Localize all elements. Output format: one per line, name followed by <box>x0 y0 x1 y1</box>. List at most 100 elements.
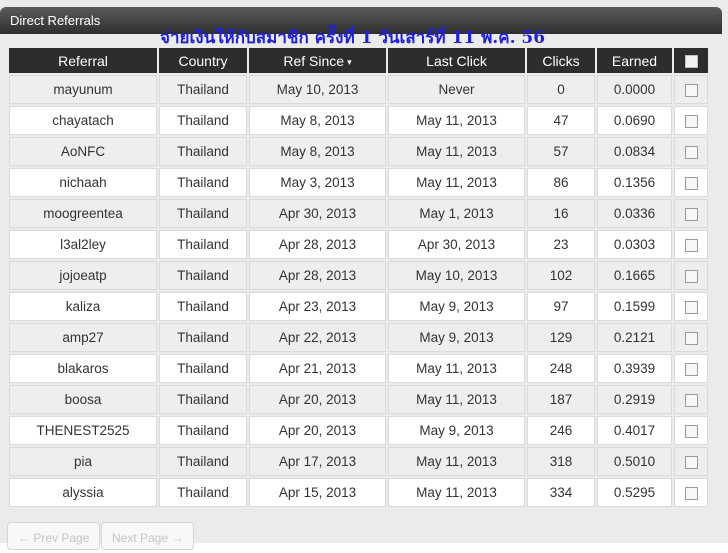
prev-page-button[interactable]: ← Prev Page <box>7 522 101 550</box>
row-select-checkbox[interactable] <box>684 114 698 128</box>
table-row: l3al2ley Thailand Apr 28, 2013 Apr 30, 2013… <box>9 230 708 259</box>
cell-referral[interactable]: jojoeatp <box>9 261 157 290</box>
cell-last-click: May 9, 2013 <box>388 292 525 321</box>
cell-select <box>674 292 708 321</box>
row-select-checkbox[interactable] <box>684 176 698 190</box>
table-row: THENEST2525 Thailand Apr 20, 2013 May 9, 20… <box>9 416 708 445</box>
table-row: amp27 Thailand Apr 22, 2013 May 9, 2013 129 0… <box>9 323 708 352</box>
cell-country: Thailand <box>159 478 247 507</box>
cell-select <box>674 354 708 383</box>
column-header-last-click[interactable]: Last Click <box>388 48 525 73</box>
cell-clicks: 246 <box>527 416 595 445</box>
cell-ref-since: May 3, 2013 <box>249 168 386 197</box>
cell-referral[interactable]: alyssia <box>9 478 157 507</box>
cell-country: Thailand <box>159 447 247 476</box>
cell-select <box>674 75 708 104</box>
cell-country: Thailand <box>159 261 247 290</box>
cell-earned: 0.1599 <box>597 292 672 321</box>
cell-country: Thailand <box>159 137 247 166</box>
cell-last-click: Never <box>388 75 525 104</box>
cell-ref-since: May 10, 2013 <box>249 75 386 104</box>
table-row: pia Thailand Apr 17, 2013 May 11, 2013 318 0.… <box>9 447 708 476</box>
cell-earned: 0.0690 <box>597 106 672 135</box>
panel-title: Direct Referrals <box>10 13 101 28</box>
cell-referral[interactable]: mayunum <box>9 75 157 104</box>
cell-earned: 0.1356 <box>597 168 672 197</box>
row-select-checkbox[interactable] <box>684 362 698 376</box>
cell-clicks: 47 <box>527 106 595 135</box>
cell-earned: 0.0336 <box>597 199 672 228</box>
cell-referral[interactable]: boosa <box>9 385 157 414</box>
cell-referral[interactable]: l3al2ley <box>9 230 157 259</box>
cell-referral[interactable]: kaliza <box>9 292 157 321</box>
next-page-button[interactable]: Next Page → <box>101 522 195 550</box>
column-header-earned[interactable]: Earned <box>597 48 672 73</box>
direct-referrals-panel: Direct Referrals จ่ายเงินให้กับสมาชิก คร… <box>0 0 728 550</box>
cell-last-click: May 10, 2013 <box>388 261 525 290</box>
cell-clicks: 23 <box>527 230 595 259</box>
cell-referral[interactable]: nichaah <box>9 168 157 197</box>
table-row: mayunum Thailand May 10, 2013 Never 0 0.0000 <box>9 75 708 104</box>
cell-earned: 0.0000 <box>597 75 672 104</box>
cell-earned: 0.1665 <box>597 261 672 290</box>
cell-country: Thailand <box>159 385 247 414</box>
row-select-checkbox[interactable] <box>684 455 698 469</box>
cell-last-click: May 11, 2013 <box>388 106 525 135</box>
column-header-referral[interactable]: Referral <box>9 48 157 73</box>
cell-referral[interactable]: blakaros <box>9 354 157 383</box>
row-select-checkbox[interactable] <box>684 424 698 438</box>
referrals-table: Referral Country Ref Since ▾ Last Click C… <box>7 46 710 509</box>
cell-ref-since: Apr 23, 2013 <box>249 292 386 321</box>
row-select-checkbox[interactable] <box>684 145 698 159</box>
cell-earned: 0.5295 <box>597 478 672 507</box>
cell-select <box>674 385 708 414</box>
cell-select <box>674 447 708 476</box>
cell-ref-since: Apr 20, 2013 <box>249 385 386 414</box>
row-select-checkbox[interactable] <box>684 238 698 252</box>
table-row: jojoeatp Thailand Apr 28, 2013 May 10, 2013… <box>9 261 708 290</box>
table-row: nichaah Thailand May 3, 2013 May 11, 2013 86… <box>9 168 708 197</box>
cell-select <box>674 478 708 507</box>
cell-country: Thailand <box>159 354 247 383</box>
cell-clicks: 86 <box>527 168 595 197</box>
select-all-checkbox[interactable] <box>684 55 698 69</box>
cell-last-click: May 11, 2013 <box>388 168 525 197</box>
cell-clicks: 97 <box>527 292 595 321</box>
cell-last-click: May 11, 2013 <box>388 385 525 414</box>
cell-ref-since: Apr 22, 2013 <box>249 323 386 352</box>
row-select-checkbox[interactable] <box>684 83 698 97</box>
cell-clicks: 318 <box>527 447 595 476</box>
cell-referral[interactable]: moogreentea <box>9 199 157 228</box>
cell-referral[interactable]: chayatach <box>9 106 157 135</box>
cell-ref-since: Apr 20, 2013 <box>249 416 386 445</box>
cell-last-click: May 9, 2013 <box>388 416 525 445</box>
cell-ref-since: Apr 21, 2013 <box>249 354 386 383</box>
row-select-checkbox[interactable] <box>684 486 698 500</box>
cell-country: Thailand <box>159 416 247 445</box>
table-row: AoNFC Thailand May 8, 2013 May 11, 2013 57 0.… <box>9 137 708 166</box>
cell-last-click: Apr 30, 2013 <box>388 230 525 259</box>
row-select-checkbox[interactable] <box>684 269 698 283</box>
cell-referral[interactable]: THENEST2525 <box>9 416 157 445</box>
cell-clicks: 129 <box>527 323 595 352</box>
cell-country: Thailand <box>159 75 247 104</box>
row-select-checkbox[interactable] <box>684 393 698 407</box>
cell-country: Thailand <box>159 199 247 228</box>
cell-country: Thailand <box>159 230 247 259</box>
column-header-clicks[interactable]: Clicks <box>527 48 595 73</box>
cell-referral[interactable]: AoNFC <box>9 137 157 166</box>
column-header-ref-since[interactable]: Ref Since ▾ <box>249 48 386 73</box>
row-select-checkbox[interactable] <box>684 300 698 314</box>
cell-referral[interactable]: pia <box>9 447 157 476</box>
cell-select <box>674 137 708 166</box>
cell-ref-since: Apr 15, 2013 <box>249 478 386 507</box>
row-select-checkbox[interactable] <box>684 331 698 345</box>
cell-clicks: 248 <box>527 354 595 383</box>
sort-descending-icon: ▾ <box>347 56 352 67</box>
row-select-checkbox[interactable] <box>684 207 698 221</box>
cell-clicks: 102 <box>527 261 595 290</box>
cell-select <box>674 199 708 228</box>
column-header-country[interactable]: Country <box>159 48 247 73</box>
cell-referral[interactable]: amp27 <box>9 323 157 352</box>
cell-select <box>674 416 708 445</box>
